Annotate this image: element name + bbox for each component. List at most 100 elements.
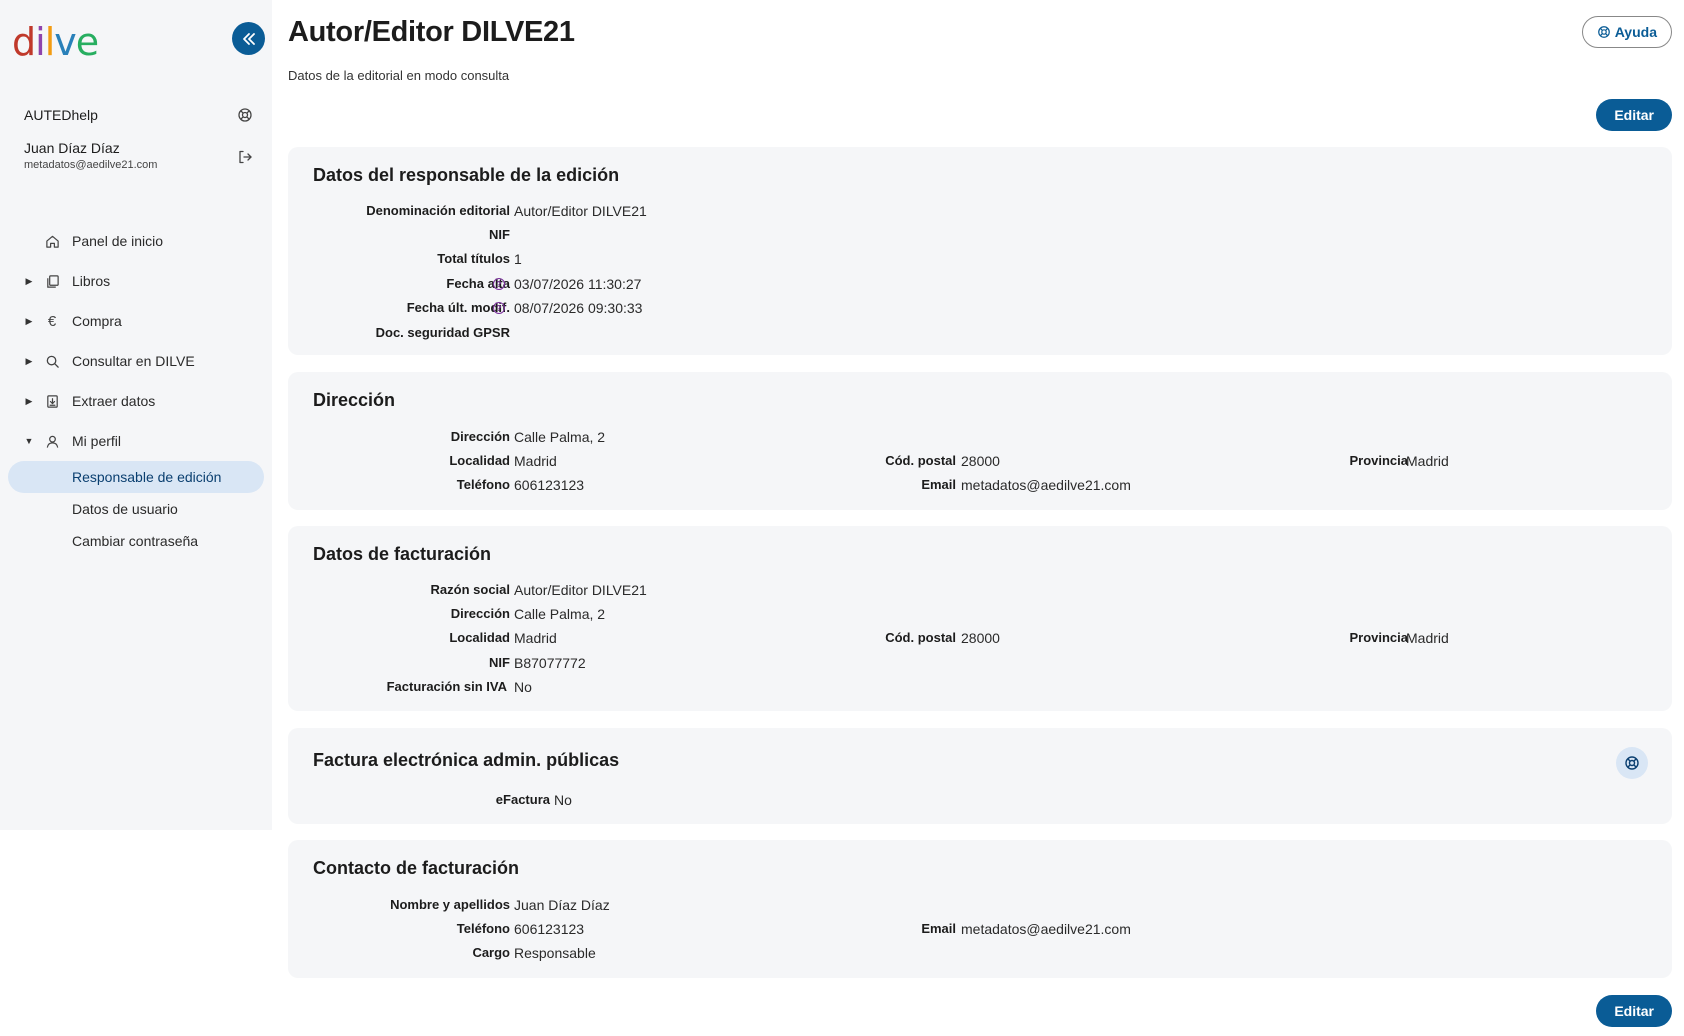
help-button[interactable]: Ayuda [1581, 16, 1672, 48]
card-contacto: Contacto de facturación Nombre y apellid… [288, 840, 1672, 978]
field-value: Autor/Editor DILVE21 [514, 203, 647, 219]
field-label: Dirección [450, 606, 510, 621]
edit-button-bottom[interactable]: Editar [1596, 995, 1672, 1027]
field-label: Doc. seguridad GPSR [375, 325, 510, 340]
card-facturacion: Datos de facturación Razón social Autor/… [288, 526, 1672, 711]
field-label: Email [921, 921, 956, 936]
lifebuoy-icon [1597, 26, 1610, 38]
field-label: Denominación editorial [366, 203, 510, 218]
sidebar-item-mi-perfil[interactable]: ▼ Mi perfil [0, 421, 272, 461]
caret-right-icon[interactable]: ▶ [24, 316, 34, 326]
home-icon [44, 233, 60, 249]
logo-letter: d [12, 20, 36, 64]
autedhelp-row[interactable]: AUTEDhelp [24, 104, 256, 126]
logo-letter: l [44, 20, 56, 64]
field-value: 606123123 [514, 921, 585, 937]
logo-letter: e [75, 20, 99, 64]
sidebar-item-label: Libros [72, 273, 111, 289]
user-name: Juan Díaz Díaz [24, 140, 120, 156]
efactura-help-button[interactable] [1616, 747, 1648, 779]
field-value: 03/07/2026 11:30:27 [514, 276, 642, 292]
sidebar-item-label: Panel de inicio [72, 233, 164, 249]
field-value: Autor/Editor DILVE21 [514, 582, 647, 598]
sidebar-subitem-responsable[interactable]: Responsable de edición [8, 461, 264, 493]
sidebar-item-label: Consultar en DILVE [72, 353, 195, 369]
sidebar-item-compra[interactable]: ▶ € Compra [0, 301, 272, 341]
sidebar-subitem-label: Responsable de edición [72, 469, 222, 485]
field-value: Madrid [514, 630, 557, 646]
help-question-icon[interactable]: ? [493, 302, 505, 314]
user-icon [44, 433, 60, 449]
card-title: Factura electrónica admin. públicas [313, 750, 620, 770]
page-title: Autor/Editor DILVE21 [288, 16, 575, 48]
sidebar-subitem-label: Cambiar contraseña [72, 533, 199, 549]
sidebar: dilve AUTEDhelp Juan Díaz Díaz metadatos… [0, 0, 272, 830]
euro-icon: € [47, 312, 57, 330]
field-value: Madrid [1406, 630, 1449, 646]
field-value: metadatos@aedilve21.com [961, 921, 1131, 937]
edit-button-top[interactable]: Editar [1596, 99, 1672, 131]
field-value: Madrid [514, 453, 557, 469]
field-label: Localidad [449, 453, 510, 468]
field-value: 28000 [961, 630, 1000, 646]
card-responsable: Datos del responsable de la edición Deno… [288, 147, 1672, 355]
field-label: Email [921, 477, 956, 492]
card-title: Datos del responsable de la edición [313, 165, 620, 185]
card-title: Contacto de facturación [313, 858, 520, 878]
field-value: Juan Díaz Díaz [514, 897, 610, 913]
sidebar-item-label: Compra [72, 313, 122, 329]
field-label: Facturación sin IVA [386, 679, 507, 694]
page-subtitle: Datos de la editorial en modo consulta [288, 68, 510, 83]
card-direccion: Dirección Dirección Calle Palma, 2 Local… [288, 372, 1672, 510]
field-label: Razón social [430, 582, 510, 597]
caret-right-icon[interactable]: ▶ [24, 356, 34, 366]
lifebuoy-icon[interactable] [234, 104, 256, 126]
sidebar-item-label: Extraer datos [72, 393, 156, 409]
card-title: Datos de facturación [313, 544, 492, 564]
field-value: No [514, 679, 532, 695]
card-title: Dirección [313, 390, 396, 410]
books-icon [44, 273, 60, 289]
double-chevron-left-icon [242, 32, 255, 45]
collapse-sidebar-button[interactable] [232, 22, 265, 55]
download-file-icon [44, 393, 60, 409]
field-label: Nombre y apellidos [390, 897, 510, 912]
field-label: Cód. postal [885, 630, 956, 645]
sidebar-nav: Panel de inicio ▶ Libros ▶ € Compra ▶ Co… [0, 221, 272, 557]
logout-icon[interactable] [234, 146, 256, 168]
sidebar-item-consultar[interactable]: ▶ Consultar en DILVE [0, 341, 272, 381]
user-block: Juan Díaz Díaz metadatos@aedilve21.com [24, 140, 256, 171]
sidebar-subitem-cambiar-contrasena[interactable]: Cambiar contraseña [0, 525, 272, 557]
logo-letter: v [54, 20, 76, 64]
field-value: Calle Palma, 2 [514, 429, 606, 445]
dilve-logo[interactable]: dilve [12, 18, 99, 66]
help-question-icon[interactable]: ? [493, 278, 505, 290]
field-label: eFactura [495, 792, 550, 807]
field-value: 1 [514, 251, 522, 267]
sidebar-subitem-datos-usuario[interactable]: Datos de usuario [0, 493, 272, 525]
caret-down-icon[interactable]: ▼ [24, 436, 34, 446]
lifebuoy-icon [1625, 756, 1639, 770]
sidebar-item-libros[interactable]: ▶ Libros [0, 261, 272, 301]
field-label: Provincia [1349, 453, 1408, 468]
caret-right-icon[interactable]: ▶ [24, 276, 34, 286]
field-label: Localidad [449, 630, 510, 645]
sidebar-item-panel-inicio[interactable]: Panel de inicio [0, 221, 272, 261]
field-value: Madrid [1406, 453, 1449, 469]
field-label: Teléfono [456, 477, 510, 492]
sidebar-item-extraer[interactable]: ▶ Extraer datos [0, 381, 272, 421]
field-label: Cód. postal [885, 453, 956, 468]
autedhelp-label: AUTEDhelp [24, 107, 98, 123]
sidebar-subitem-label: Datos de usuario [72, 501, 178, 517]
app: dilve AUTEDhelp Juan Díaz Díaz metadatos… [0, 0, 1684, 1036]
help-button-label: Ayuda [1614, 24, 1657, 40]
caret-right-icon[interactable]: ▶ [24, 396, 34, 406]
field-label: Teléfono [456, 921, 510, 936]
field-value: metadatos@aedilve21.com [961, 477, 1131, 493]
field-value: No [554, 792, 572, 808]
field-label: Provincia [1349, 630, 1408, 645]
field-label: Total títulos [437, 251, 510, 266]
field-value: B87077772 [514, 655, 586, 671]
sidebar-item-label: Mi perfil [72, 433, 122, 449]
field-label: NIF [489, 227, 510, 242]
